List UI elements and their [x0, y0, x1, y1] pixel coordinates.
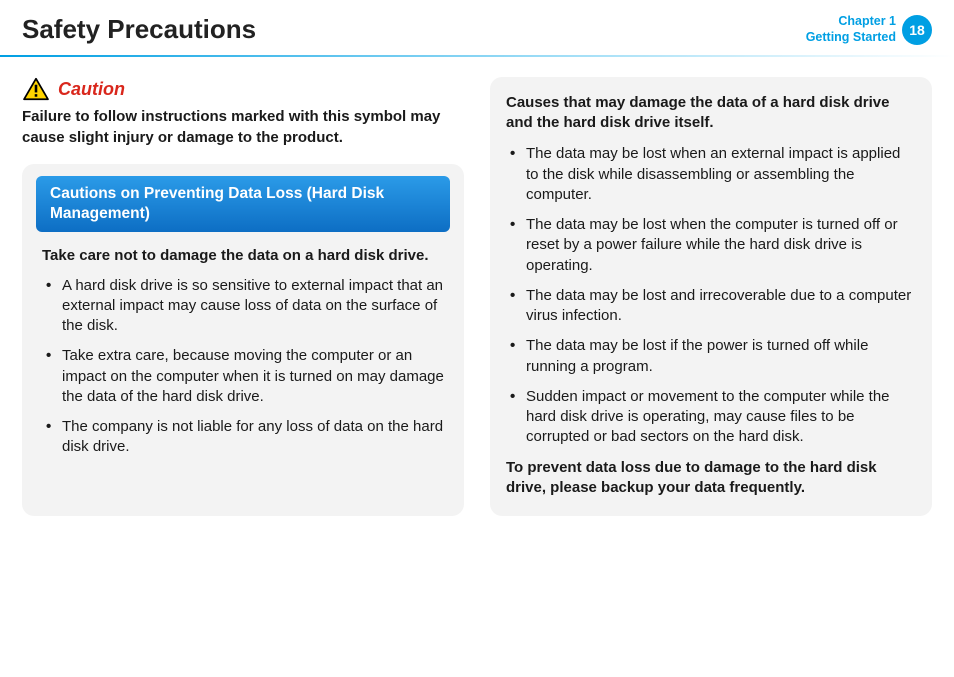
- page-header: Safety Precautions Chapter 1 Getting Sta…: [0, 0, 954, 45]
- right-column: Causes that may damage the data of a har…: [490, 77, 932, 516]
- header-rule: [0, 55, 954, 57]
- caution-text: Failure to follow instructions marked wi…: [22, 107, 464, 148]
- left-panel: Cautions on Preventing Data Loss (Hard D…: [22, 164, 464, 516]
- page-title: Safety Precautions: [22, 14, 256, 45]
- list-item: The company is not liable for any loss o…: [46, 417, 444, 458]
- left-bullets: A hard disk drive is so sensitive to ext…: [42, 276, 444, 458]
- list-item: The data may be lost and irrecoverable d…: [510, 286, 916, 327]
- list-item: A hard disk drive is so sensitive to ext…: [46, 276, 444, 337]
- page-number-badge: 18: [902, 15, 932, 45]
- list-item: Sudden impact or movement to the compute…: [510, 387, 916, 448]
- page-number: 18: [909, 22, 925, 38]
- chapter-label: Chapter 1: [806, 14, 896, 30]
- chapter-subtitle: Getting Started: [806, 30, 896, 46]
- left-column: Caution Failure to follow instructions m…: [22, 77, 464, 516]
- list-item: Take extra care, because moving the comp…: [46, 346, 444, 407]
- list-item: The data may be lost if the power is tur…: [510, 336, 916, 377]
- closing-text: To prevent data loss due to damage to th…: [506, 458, 916, 499]
- list-item: The data may be lost when an external im…: [510, 144, 916, 205]
- caution-heading: Caution: [22, 77, 464, 101]
- header-right: Chapter 1 Getting Started 18: [806, 14, 932, 45]
- caution-label: Caution: [58, 79, 125, 100]
- right-bullets: The data may be lost when an external im…: [506, 144, 916, 447]
- right-panel: Causes that may damage the data of a har…: [490, 77, 932, 516]
- list-item: The data may be lost when the computer i…: [510, 215, 916, 276]
- data-loss-banner: Cautions on Preventing Data Loss (Hard D…: [36, 176, 450, 232]
- causes-heading: Causes that may damage the data of a har…: [506, 93, 916, 132]
- warning-triangle-icon: [22, 77, 50, 101]
- chapter-block: Chapter 1 Getting Started: [806, 14, 896, 45]
- content-area: Caution Failure to follow instructions m…: [0, 45, 954, 538]
- left-subhead: Take care not to damage the data on a ha…: [42, 246, 444, 266]
